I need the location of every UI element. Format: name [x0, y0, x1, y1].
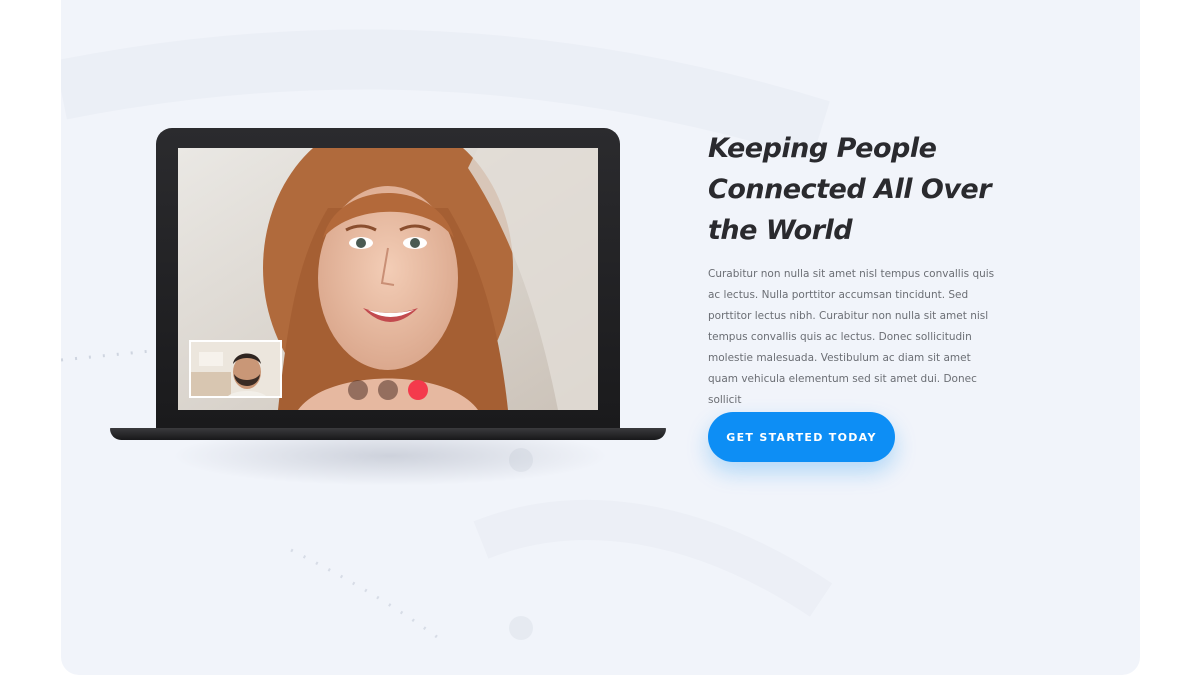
video-call-screen — [178, 148, 598, 410]
laptop-base — [110, 428, 666, 440]
call-control-dot[interactable] — [348, 380, 368, 400]
get-started-button[interactable]: GET STARTED TODAY — [708, 412, 895, 462]
bearded-man-photo — [191, 342, 280, 396]
end-call-button[interactable] — [408, 380, 428, 400]
heading-line: Keeping People — [708, 133, 937, 164]
laptop-lid — [156, 128, 620, 428]
heading-line: Connected All Over — [708, 174, 992, 205]
hero-heading: Keeping People Connected All Over the Wo… — [708, 128, 1028, 251]
call-control-dot[interactable] — [378, 380, 398, 400]
laptop-mockup — [110, 126, 666, 486]
heading-line: the World — [708, 215, 853, 246]
hero-description: Curabitur non nulla sit amet nisl tempus… — [708, 268, 995, 406]
self-view-thumbnail[interactable] — [189, 340, 282, 398]
